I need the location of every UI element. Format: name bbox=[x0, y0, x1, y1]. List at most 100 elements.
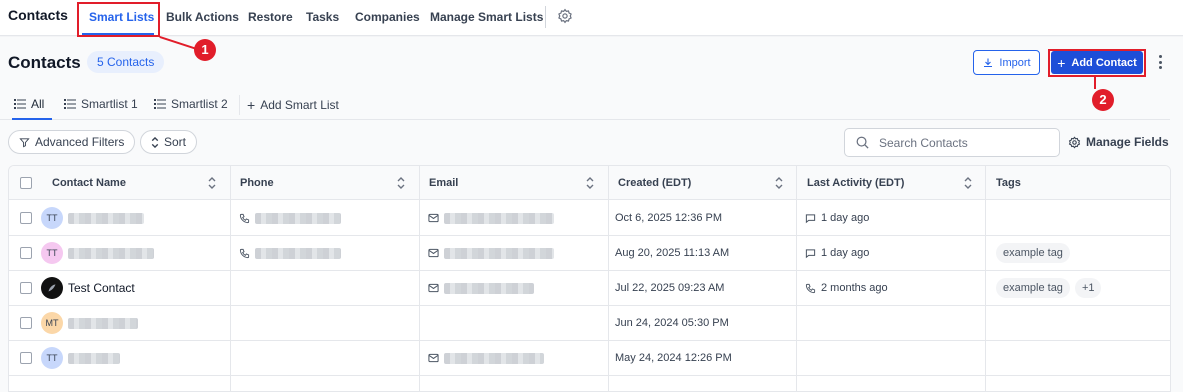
tag-chip[interactable]: example tag bbox=[996, 243, 1070, 263]
callout-line bbox=[1094, 77, 1096, 89]
sort-icon[interactable] bbox=[397, 177, 405, 189]
column-last-activity[interactable]: Last Activity (EDT) bbox=[807, 166, 904, 200]
advanced-filters-button[interactable]: Advanced Filters bbox=[8, 130, 136, 154]
search-box bbox=[844, 128, 1060, 157]
column-tags: Tags bbox=[996, 177, 1021, 189]
last-activity-text: 1 day ago bbox=[821, 212, 870, 224]
column-divider bbox=[796, 166, 797, 391]
redacted-email bbox=[444, 247, 554, 259]
phone-icon bbox=[239, 213, 250, 223]
table-row[interactable]: MT Jun 24, 2024 05:30 PM bbox=[9, 306, 1170, 341]
phone-icon bbox=[239, 248, 250, 258]
contact-name-cell[interactable]: MT bbox=[41, 306, 138, 340]
active-nav-indicator bbox=[82, 33, 154, 35]
add-smart-list-button[interactable]: + Add Smart List bbox=[247, 97, 339, 113]
import-button[interactable]: Import bbox=[973, 50, 1040, 75]
chat-icon bbox=[805, 213, 816, 223]
row-checkbox[interactable] bbox=[20, 352, 32, 364]
avatar bbox=[41, 277, 63, 299]
row-checkbox[interactable] bbox=[20, 317, 32, 329]
column-email[interactable]: Email bbox=[429, 166, 458, 200]
nav-smart-lists[interactable]: Smart Lists bbox=[89, 10, 154, 24]
contact-name-cell[interactable]: Test Contact bbox=[41, 271, 135, 305]
nav-manage-smart-lists[interactable]: Manage Smart Lists bbox=[430, 10, 543, 24]
redacted-name bbox=[68, 247, 154, 259]
row-checkbox[interactable] bbox=[20, 247, 32, 259]
tag-chip[interactable]: example tag bbox=[996, 278, 1070, 298]
tags-cell: example tag +1 bbox=[996, 271, 1102, 305]
phone-cell bbox=[239, 201, 341, 235]
add-contact-button[interactable]: + Add Contact bbox=[1051, 51, 1143, 74]
plus-icon: + bbox=[1057, 54, 1066, 71]
nav-divider bbox=[545, 6, 546, 28]
last-activity-cell: 1 day ago bbox=[805, 236, 869, 270]
redacted-phone bbox=[255, 247, 341, 259]
last-activity-cell: 1 day ago bbox=[805, 201, 869, 235]
mail-icon bbox=[428, 353, 439, 363]
nav-companies[interactable]: Companies bbox=[355, 10, 420, 24]
tab-smartlist-1[interactable]: Smartlist 1 bbox=[64, 97, 138, 111]
manage-fields-button[interactable]: Manage Fields bbox=[1068, 135, 1169, 149]
contact-name-text: Test Contact bbox=[68, 281, 135, 295]
redacted-phone bbox=[255, 212, 341, 224]
row-checkbox[interactable] bbox=[20, 212, 32, 224]
contact-name-cell[interactable]: TT bbox=[41, 341, 120, 375]
nav-bulk-actions[interactable]: Bulk Actions bbox=[166, 10, 239, 24]
list-icon bbox=[64, 99, 76, 109]
active-tab-indicator bbox=[12, 118, 52, 120]
sort-icon[interactable] bbox=[586, 177, 594, 189]
add-contact-label: Add Contact bbox=[1071, 56, 1137, 69]
nav-restore[interactable]: Restore bbox=[248, 10, 293, 24]
last-activity-text: 1 day ago bbox=[821, 247, 870, 259]
sort-button[interactable]: Sort bbox=[140, 130, 198, 154]
download-icon bbox=[984, 58, 993, 67]
table-row[interactable]: TT May 24, 2024 12:26 PM bbox=[9, 341, 1170, 376]
sort-icon[interactable] bbox=[208, 177, 216, 189]
tab-divider bbox=[239, 95, 240, 115]
redacted-name bbox=[68, 317, 138, 329]
main-content: Contacts 5 Contacts Import + Add Contact… bbox=[0, 37, 1183, 392]
tab-all-label: All bbox=[31, 97, 45, 111]
top-nav: Contacts Smart Lists Bulk Actions Restor… bbox=[0, 0, 1183, 36]
column-contact-name[interactable]: Contact Name bbox=[52, 166, 126, 200]
email-cell bbox=[428, 236, 554, 270]
search-input[interactable] bbox=[879, 135, 1049, 150]
tab-smartlist-2-label: Smartlist 2 bbox=[171, 97, 228, 111]
avatar: TT bbox=[41, 207, 63, 229]
sort-icon[interactable] bbox=[964, 177, 972, 189]
tab-smartlist-1-label: Smartlist 1 bbox=[81, 97, 138, 111]
row-checkbox[interactable] bbox=[20, 282, 32, 294]
more-tags-chip[interactable]: +1 bbox=[1074, 278, 1102, 298]
sort-icon[interactable] bbox=[775, 177, 783, 189]
contact-name-cell[interactable]: TT bbox=[41, 201, 144, 235]
column-phone[interactable]: Phone bbox=[240, 166, 274, 200]
table-row[interactable]: Test Contact Jul 22, 2025 09:23 AM 2 mon… bbox=[9, 271, 1170, 306]
avatar: TT bbox=[41, 242, 63, 264]
chat-icon bbox=[805, 248, 816, 258]
column-divider bbox=[230, 166, 231, 391]
last-activity-cell: 2 months ago bbox=[805, 271, 888, 305]
column-divider bbox=[419, 166, 420, 391]
list-icon bbox=[154, 99, 166, 109]
last-activity-text: 2 months ago bbox=[821, 282, 888, 294]
created-cell: Jun 24, 2024 05:30 PM bbox=[615, 317, 729, 329]
tab-all[interactable]: All bbox=[14, 97, 44, 111]
tab-smartlist-2[interactable]: Smartlist 2 bbox=[154, 97, 228, 111]
select-all-checkbox[interactable] bbox=[20, 177, 32, 189]
nav-tasks[interactable]: Tasks bbox=[306, 10, 339, 24]
table-header: Contact Name Phone Email Created (EDT) L… bbox=[9, 166, 1170, 200]
column-divider bbox=[608, 166, 609, 391]
contact-name-cell[interactable]: TT bbox=[41, 236, 154, 270]
table-row[interactable]: TT Aug 20, 2025 11:13 AM 1 day ago examp… bbox=[9, 236, 1170, 271]
more-options-icon[interactable] bbox=[1155, 53, 1165, 71]
email-cell bbox=[428, 271, 534, 305]
column-created[interactable]: Created (EDT) bbox=[618, 166, 691, 200]
manage-fields-label: Manage Fields bbox=[1086, 135, 1169, 149]
filter-icon bbox=[19, 137, 30, 147]
redacted-name bbox=[68, 212, 144, 224]
created-cell: Jul 22, 2025 09:23 AM bbox=[615, 282, 725, 294]
table-row[interactable]: TT Oct 6, 2025 12:36 PM 1 day ago bbox=[9, 201, 1170, 236]
mail-icon bbox=[428, 213, 439, 223]
gear-icon[interactable] bbox=[557, 8, 573, 24]
email-cell bbox=[428, 341, 544, 375]
